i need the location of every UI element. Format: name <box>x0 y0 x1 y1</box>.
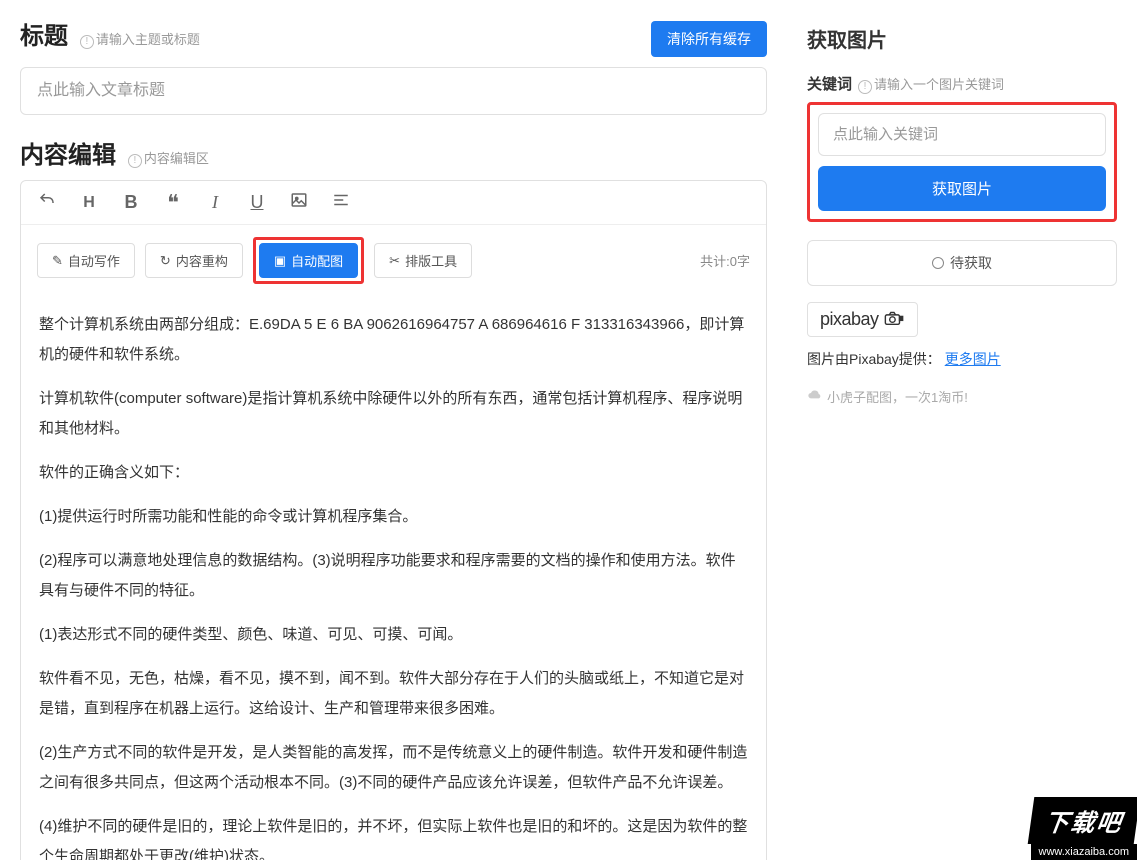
content-label: 内容编辑 <box>20 142 116 169</box>
clear-cache-button[interactable]: 清除所有缓存 <box>651 21 767 57</box>
keyword-label-row: 关键词 !请输入一个图片关键词 <box>807 73 1117 94</box>
sidebar: 获取图片 关键词 !请输入一个图片关键词 获取图片 待获取 pixabay 图片… <box>787 0 1137 860</box>
content-paragraph: (1)表达形式不同的硬件类型、颜色、味道、可见、可摸、可闻。 <box>39 620 748 650</box>
content-paragraph: (2)程序可以满意地处理信息的数据结构。(3)说明程序功能要求和程序需要的文档的… <box>39 546 748 606</box>
watermark-url: www.xiazaiba.com <box>1031 844 1137 860</box>
tip-row: 小虎子配图，一次1淘币! <box>807 387 1117 406</box>
keyword-input[interactable] <box>818 113 1106 156</box>
content-hint: !内容编辑区 <box>128 151 209 166</box>
underline-icon[interactable]: U <box>247 192 267 213</box>
format-toolbar: H B ❝ I U <box>21 181 766 225</box>
content-paragraph: 整个计算机系统由两部分组成：E.69DA 5 E 6 BA 9062616964… <box>39 310 748 370</box>
quote-icon[interactable]: ❝ <box>163 197 183 209</box>
watermark: 下载吧 www.xiazaiba.com <box>1031 797 1137 860</box>
get-image-button[interactable]: 获取图片 <box>818 166 1106 211</box>
cloud-icon <box>807 388 823 405</box>
content-paragraph: 软件的正确含义如下： <box>39 458 748 488</box>
keyword-hint: !请输入一个图片关键词 <box>858 74 1004 94</box>
content-paragraph: (1)提供运行时所需功能和性能的命令或计算机程序集合。 <box>39 502 748 532</box>
circle-icon <box>932 257 944 269</box>
pixabay-badge: pixabay <box>807 302 918 337</box>
layout-tool-button[interactable]: ✂排版工具 <box>374 243 472 278</box>
more-images-link[interactable]: 更多图片 <box>945 351 1001 367</box>
auto-write-button[interactable]: ✎自动写作 <box>37 243 135 278</box>
picture-icon: ▣ <box>274 253 286 269</box>
refresh-icon: ↻ <box>160 253 171 269</box>
image-icon[interactable] <box>289 191 309 214</box>
heading-icon[interactable]: H <box>79 194 99 212</box>
content-paragraph: 软件看不见，无色，枯燥，看不见，摸不到，闻不到。软件大部分存在于人们的头脑或纸上… <box>39 664 748 724</box>
info-icon: ! <box>128 154 142 168</box>
editor-box: H B ❝ I U ✎自动写作 ↻内容重构 ▣自动配图 ✂排版工具 共计:0字 … <box>20 180 767 860</box>
content-area[interactable]: 整个计算机系统由两部分组成：E.69DA 5 E 6 BA 9062616964… <box>21 296 766 860</box>
main-panel: 标题 !请输入主题或标题 清除所有缓存 内容编辑 !内容编辑区 H B ❝ I … <box>0 0 787 860</box>
info-icon: ! <box>858 80 872 94</box>
italic-icon[interactable]: I <box>205 192 225 213</box>
tool-icon: ✂ <box>389 253 400 269</box>
content-paragraph: (4)维护不同的硬件是旧的，理论上软件是旧的，并不坏，但实际上软件也是旧的和坏的… <box>39 812 748 860</box>
word-count: 共计:0字 <box>700 251 750 270</box>
auto-image-button[interactable]: ▣自动配图 <box>259 243 358 278</box>
content-paragraph: (2)生产方式不同的软件是开发，是人类智能的高发挥，而不是传统意义上的硬件制造。… <box>39 738 748 798</box>
action-toolbar: ✎自动写作 ↻内容重构 ▣自动配图 ✂排版工具 共计:0字 <box>21 225 766 296</box>
camera-icon <box>883 310 905 329</box>
keyword-label: 关键词 <box>807 73 852 94</box>
watermark-logo: 下载吧 <box>1027 797 1137 844</box>
restructure-button[interactable]: ↻内容重构 <box>145 243 243 278</box>
content-header: 内容编辑 !内容编辑区 <box>20 135 767 170</box>
align-left-icon[interactable] <box>331 191 351 214</box>
pending-status: 待获取 <box>807 240 1117 286</box>
highlight-auto-image: ▣自动配图 <box>253 237 364 284</box>
pencil-icon: ✎ <box>52 253 63 269</box>
title-label: 标题 <box>20 23 68 50</box>
undo-icon[interactable] <box>37 191 57 214</box>
title-hint: !请输入主题或标题 <box>80 32 200 47</box>
highlight-keyword-box: 获取图片 <box>807 102 1117 222</box>
bold-icon[interactable]: B <box>121 192 141 213</box>
info-icon: ! <box>80 35 94 49</box>
get-image-title: 获取图片 <box>807 24 1117 53</box>
content-paragraph: 计算机软件(computer software)是指计算机系统中除硬件以外的所有… <box>39 384 748 444</box>
credit-row: 图片由Pixabay提供： 更多图片 <box>807 349 1117 369</box>
title-input[interactable] <box>20 67 767 115</box>
title-header: 标题 !请输入主题或标题 清除所有缓存 <box>20 16 767 57</box>
